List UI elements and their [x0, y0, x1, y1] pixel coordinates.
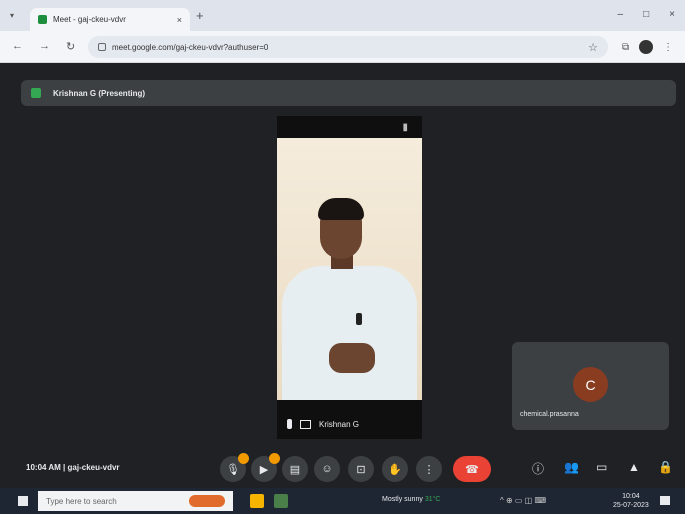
windows-taskbar: Type here to search Mostly sunny 31°C ^ … — [0, 488, 685, 514]
person-body — [282, 266, 417, 400]
activities-icon[interactable]: ▲ — [628, 460, 640, 474]
self-avatar: C — [573, 367, 608, 402]
reactions-button[interactable]: ☺ — [314, 456, 340, 482]
search-placeholder: Type here to search — [46, 496, 117, 506]
presenter-video — [277, 138, 422, 400]
nav-buttons: ← → ↻ — [12, 40, 75, 53]
chrome-taskbar-icon[interactable] — [274, 494, 288, 508]
minimize-button[interactable]: – — [618, 9, 624, 20]
camera-icon: ▶ — [259, 463, 269, 476]
more-icon: ⋮ — [423, 463, 435, 476]
present-screen-icon: ⊡ — [356, 463, 366, 476]
meeting-details-icon[interactable]: ⓘ — [532, 460, 544, 477]
tab-title: Meet - gaj-ckeu-vdvr — [53, 15, 126, 24]
profile-avatar[interactable] — [639, 40, 654, 54]
back-icon[interactable]: ← — [12, 40, 23, 53]
window-controls: – □ × — [618, 9, 675, 20]
host-controls-icon[interactable]: 🔒 — [658, 460, 673, 474]
tab-close-icon[interactable]: × — [177, 15, 182, 25]
browser-right-controls: ⧉ ⋮ — [622, 40, 673, 54]
menu-kebab-icon[interactable]: ⋮ — [663, 42, 673, 53]
warning-badge — [269, 453, 280, 464]
meeting-code: gaj-ckeu-vdvr — [67, 463, 120, 472]
mic-toggle-button[interactable]: 🎙 — [220, 453, 249, 482]
new-tab-button[interactable]: + — [196, 8, 204, 23]
captions-icon: ▤ — [289, 463, 301, 476]
maximize-button[interactable]: □ — [643, 9, 649, 20]
camera-toggle-button[interactable]: ▶ — [251, 453, 280, 482]
end-call-button[interactable]: ☎ — [453, 456, 491, 482]
presentation-banner: Krishnan G (Presenting) — [21, 80, 676, 106]
presenter-video-tile[interactable]: ▮ Krishnan G — [277, 116, 422, 439]
bookmark-star-icon[interactable]: ☆ — [588, 41, 598, 54]
mic-icon — [287, 419, 292, 429]
search-highlight-icon — [189, 495, 225, 507]
warning-badge — [238, 453, 249, 464]
more-options-button[interactable]: ⋮ — [416, 456, 442, 482]
notification-icon[interactable] — [660, 496, 670, 505]
meeting-info: 10:04 AM | gaj-ckeu-vdvr — [26, 463, 120, 472]
present-icon — [31, 88, 41, 98]
extensions-icon[interactable]: ⧉ — [622, 42, 629, 53]
captions-button[interactable]: ▤ — [282, 456, 308, 482]
weather-widget[interactable]: Mostly sunny 31°C — [382, 496, 440, 503]
weather-temp: 31°C — [424, 496, 441, 503]
lapel-mic — [356, 313, 362, 325]
forward-icon[interactable]: → — [39, 40, 50, 53]
raise-hand-button[interactable]: ✋ — [382, 456, 408, 482]
site-info-icon[interactable] — [98, 43, 106, 51]
system-tray-icons[interactable]: ^ ⊕ ▭ ◫ ⌨ — [500, 496, 546, 505]
clock-time: 10:04 — [622, 493, 640, 500]
chat-icon[interactable]: ▭ — [596, 460, 607, 474]
meeting-control-bar: 10:04 AM | gaj-ckeu-vdvr 🎙 ▶ ▤ ☺ ⊡ ✋ ⋮ ☎… — [0, 448, 685, 488]
taskbar-clock[interactable]: 10:04 25-07-2023 — [613, 492, 649, 510]
meet-stage: Krishnan G (Presenting) ▮ Krishnan G C c… — [0, 63, 685, 488]
presenting-label: Krishnan G (Presenting) — [53, 88, 146, 98]
hand-icon: ✋ — [388, 463, 402, 476]
self-view-tile[interactable]: C chemical.prasanna — [512, 342, 669, 430]
presenter-name: Krishnan G — [319, 419, 360, 429]
url-text: meet.google.com/gaj-ckeu-vdvr?authuser=0 — [112, 42, 269, 52]
people-icon[interactable]: 👥 — [564, 460, 579, 474]
browser-tab-meet[interactable]: Meet - gaj-ckeu-vdvr × — [30, 8, 190, 31]
reload-icon[interactable]: ↻ — [66, 40, 75, 53]
speaking-indicator-icon: ▮ — [402, 122, 408, 133]
clock-date: 25-07-2023 — [613, 502, 649, 509]
present-button[interactable]: ⊡ — [348, 456, 374, 482]
file-explorer-icon[interactable] — [250, 494, 264, 508]
taskbar-search[interactable]: Type here to search — [38, 491, 233, 511]
windows-start-icon[interactable] — [18, 496, 28, 506]
browser-tabbar: ▾ Meet - gaj-ckeu-vdvr × + – □ × — [0, 0, 685, 31]
emoji-icon: ☺ — [321, 463, 333, 475]
close-window-button[interactable]: × — [669, 9, 675, 20]
person-hands — [329, 343, 375, 373]
presenter-caption: Krishnan G — [287, 419, 359, 429]
self-name: chemical.prasanna — [520, 411, 579, 418]
phone-hangup-icon: ☎ — [465, 463, 479, 476]
mic-icon: 🎙 — [226, 463, 240, 476]
meet-favicon-icon — [38, 15, 47, 24]
screen-share-icon — [300, 419, 311, 429]
tab-search-icon[interactable]: ▾ — [10, 11, 14, 20]
meeting-time: 10:04 AM — [26, 463, 61, 472]
weather-text: Mostly sunny — [382, 496, 423, 503]
address-bar[interactable]: meet.google.com/gaj-ckeu-vdvr?authuser=0… — [88, 36, 608, 58]
address-toolbar: ← → ↻ meet.google.com/gaj-ckeu-vdvr?auth… — [0, 31, 685, 63]
